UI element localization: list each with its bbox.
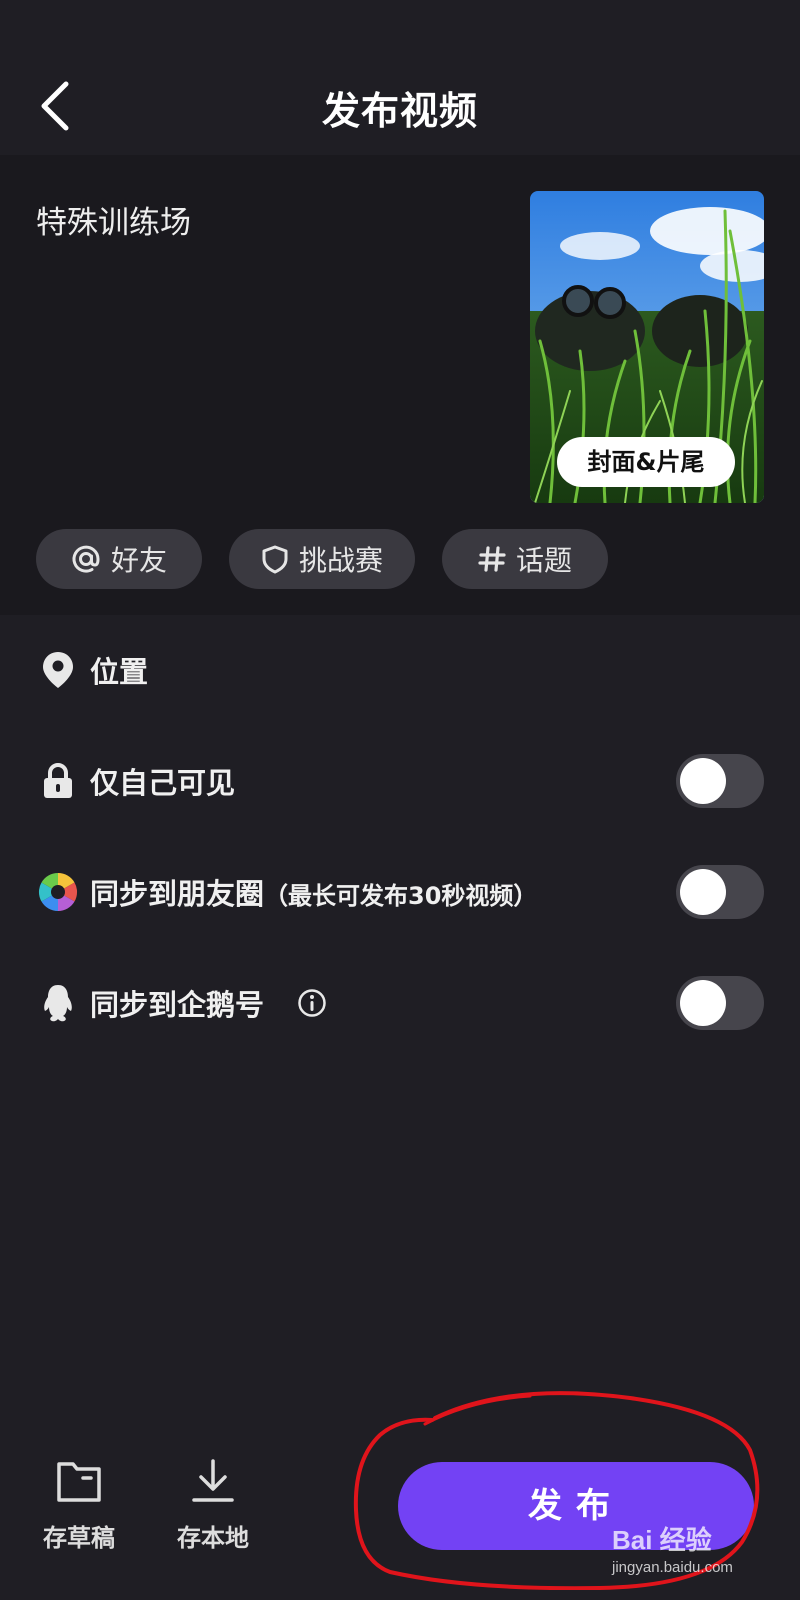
qq-row: 同步到企鹅号 (0, 963, 800, 1043)
folder-icon (57, 1462, 101, 1502)
save-local-label: 存本地 (177, 1524, 249, 1552)
moments-label: 同步到朋友圈（最长可发布30秒视频） (90, 871, 537, 913)
moments-label-text: 同步到朋友圈 (90, 877, 265, 911)
chip-label: 挑战赛 (298, 544, 383, 577)
qq-label: 同步到企鹅号 (90, 988, 265, 1022)
location-pin-icon (38, 650, 78, 690)
moments-toggle[interactable] (676, 865, 764, 919)
download-icon (192, 1459, 234, 1502)
cover-ending-button[interactable]: 封面&片尾 (557, 437, 735, 487)
location-label: 位置 (90, 655, 149, 689)
qq-toggle[interactable] (676, 976, 764, 1030)
toggle-knob (680, 758, 726, 804)
toggle-knob (680, 980, 726, 1026)
watermark-url: jingyan.baidu.com (612, 1559, 733, 1576)
chip-label: 话题 (515, 544, 572, 577)
moments-note: （最长可发布30秒视频） (264, 882, 538, 910)
compose-area: 特殊训练场 封面&片尾 好友 挑战赛 话题 (0, 155, 800, 615)
baidu-watermark: Bai 经验 jingyan.baidu.com (612, 1520, 792, 1594)
hashtag-icon (478, 546, 506, 572)
at-icon (72, 545, 100, 573)
save-local-button[interactable]: 存本地 (158, 1458, 268, 1553)
topic-chip[interactable]: 话题 (442, 529, 608, 589)
private-row: 仅自己可见 (0, 741, 800, 821)
video-cover[interactable]: 封面&片尾 (530, 191, 764, 503)
challenge-chip[interactable]: 挑战赛 (229, 529, 415, 589)
watermark-main: Bai 经验 (612, 1525, 712, 1555)
mention-friend-chip[interactable]: 好友 (36, 529, 202, 589)
lock-icon (38, 761, 78, 801)
page-title: 发布视频 (321, 89, 478, 133)
description-input[interactable]: 特殊训练场 (36, 197, 191, 242)
moments-row: 同步到朋友圈（最长可发布30秒视频） (0, 852, 800, 932)
private-toggle[interactable] (676, 754, 764, 808)
info-icon[interactable] (292, 983, 332, 1023)
save-draft-label: 存草稿 (43, 1524, 115, 1552)
chip-label: 好友 (110, 544, 167, 577)
save-draft-button[interactable]: 存草稿 (24, 1458, 134, 1553)
toggle-knob (680, 869, 726, 915)
top-bar: 发布视频 (0, 0, 800, 155)
shield-icon (262, 545, 288, 574)
location-row[interactable]: 位置 (0, 630, 800, 710)
private-label: 仅自己可见 (90, 766, 236, 800)
moments-aperture-icon (38, 872, 78, 912)
penguin-icon (38, 983, 78, 1023)
